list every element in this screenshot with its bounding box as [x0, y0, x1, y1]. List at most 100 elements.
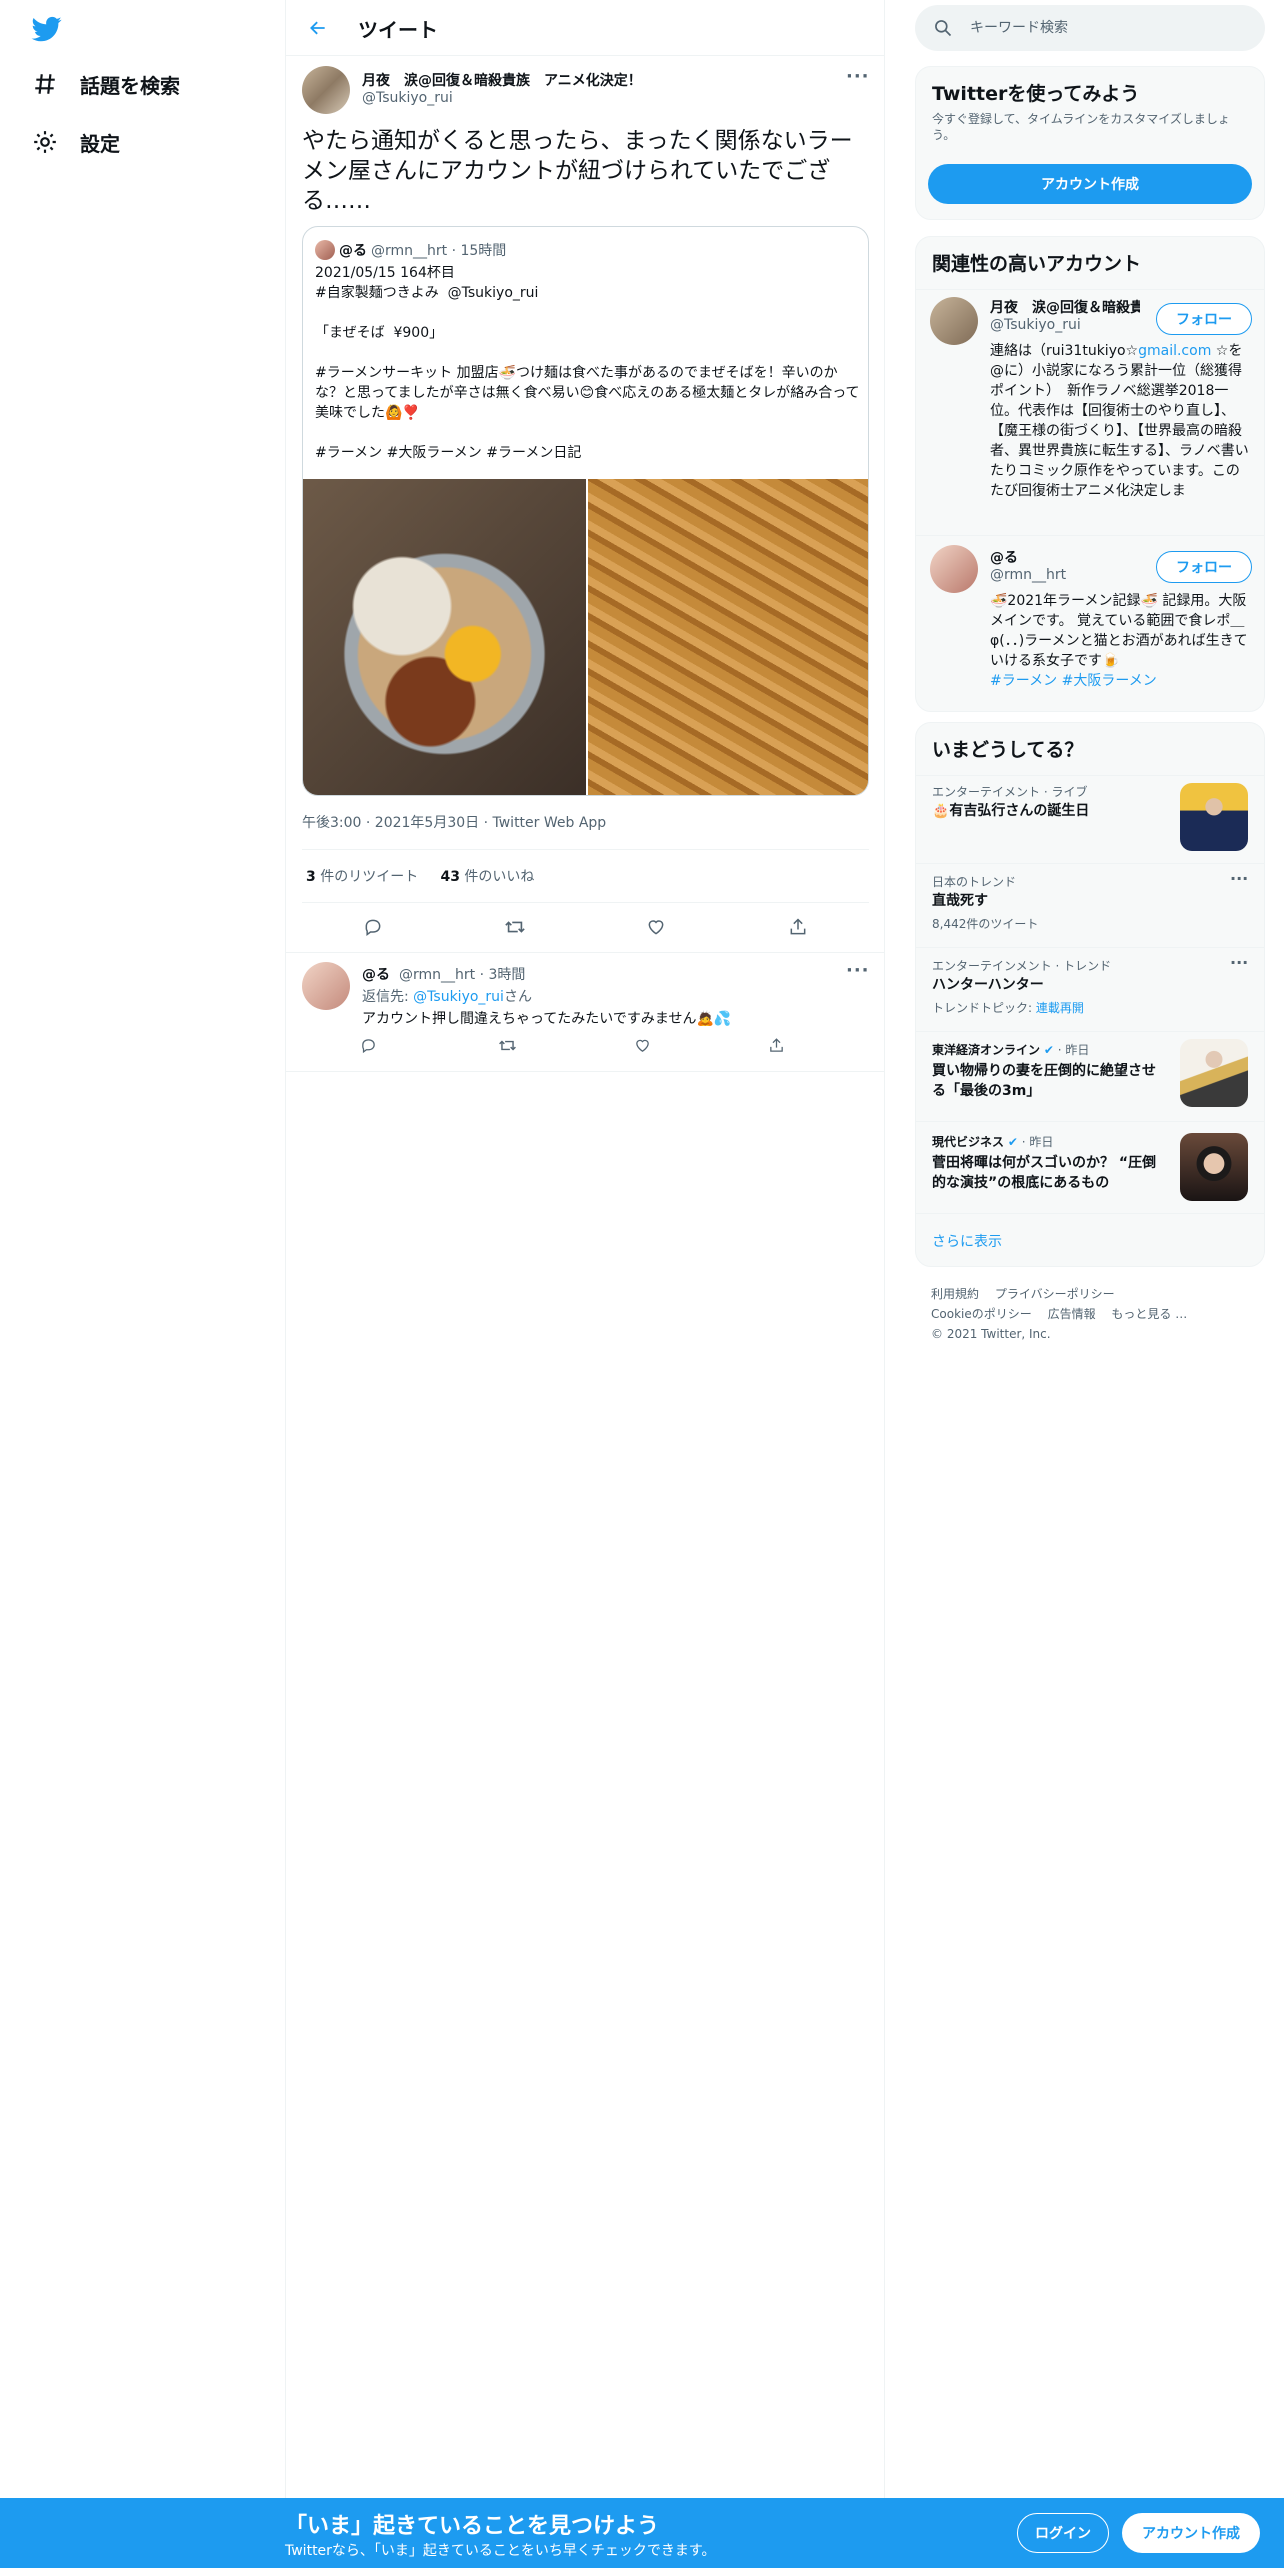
hashtag-icon	[30, 69, 60, 99]
divider	[916, 947, 1264, 948]
reply-to-link[interactable]: @Tsukiyo_rui	[413, 989, 504, 1005]
reply-avatar[interactable]	[302, 962, 350, 1010]
trend-thumbnail	[1180, 783, 1248, 851]
quote-author-handle: @rmn__hrt · 15時間	[371, 243, 507, 259]
quote-author-name: @る	[339, 243, 367, 259]
follow-button[interactable]: フォロー	[1156, 551, 1252, 583]
more-options-icon[interactable]: ···	[1230, 869, 1248, 888]
divider	[302, 849, 869, 850]
news-thumbnail	[1180, 1133, 1248, 1201]
show-more-link[interactable]: さらに表示	[932, 1231, 1002, 1251]
like-count[interactable]: 43 件のいいね	[440, 869, 534, 885]
share-icon[interactable]	[781, 910, 815, 944]
tweet-stats: 3 件のリツイート 43 件のいいね	[306, 866, 534, 886]
news-source: 東洋経済オンライン ✔ · 昨日	[932, 1043, 1090, 1057]
author-handle[interactable]: @Tsukiyo_rui	[362, 90, 453, 106]
divider	[916, 535, 1264, 536]
author-name[interactable]: 月夜 涙@回復＆暗殺貴族 アニメ化決定！	[362, 70, 642, 90]
main-column: ツイート 月夜 涙@回復＆暗殺貴族 アニメ化決定！ @Tsukiyo_rui ·…	[285, 0, 885, 2500]
trend-title: 🎂有吉弘行さんの誕生日	[932, 803, 1090, 819]
news-title: 菅田将暉は何がスゴいのか？ “圧倒的な演技”の根底にあるもの	[932, 1155, 1157, 1191]
related-account-handle[interactable]: @Tsukiyo_rui	[990, 317, 1081, 333]
reply-to-line: 返信先: @Tsukiyo_ruiさん	[362, 989, 532, 1005]
divider	[916, 1031, 1264, 1032]
page-header: ツイート	[286, 0, 884, 56]
bottom-bar-title: 「いま」起きていることを見つけよう	[285, 2514, 660, 2539]
signup-title: Twitterを使ってみよう	[932, 83, 1140, 105]
twitter-bird-icon[interactable]	[30, 14, 64, 44]
like-icon[interactable]	[639, 910, 673, 944]
footer-link[interactable]: もっと見る …	[1111, 1307, 1187, 1321]
quote-avatar	[315, 240, 335, 260]
ramen-photo-1[interactable]	[303, 479, 586, 795]
retweet-icon[interactable]	[495, 1033, 519, 1057]
footer-link[interactable]: Cookieのポリシー	[931, 1307, 1032, 1321]
tweet-timestamp[interactable]: 午後3:00 · 2021年5月30日 · Twitter Web App	[302, 812, 606, 832]
like-icon[interactable]	[630, 1033, 654, 1057]
news-title: 買い物帰りの妻を圧倒的に絶望させる「最後の3m」	[932, 1063, 1156, 1099]
copyright: © 2021 Twitter, Inc.	[931, 1327, 1051, 1341]
signup-card: Twitterを使ってみよう 今すぐ登録して、タイムラインをカスタマイズしましょ…	[915, 66, 1265, 220]
footer-link[interactable]: 利用規約	[931, 1287, 979, 1301]
bottom-signup-bar: 「いま」起きていることを見つけよう Twitterなら、「いま」起きていることを…	[0, 2498, 1284, 2568]
retweet-icon[interactable]	[498, 910, 532, 944]
trend-tweet-count: 8,442件のツイート	[932, 917, 1039, 931]
avatar[interactable]	[930, 545, 978, 593]
related-account-name[interactable]: 月夜 涙@回復＆暗殺貴族 アニメ化決定！	[990, 297, 1140, 317]
signup-button[interactable]: アカウント作成	[1122, 2513, 1260, 2553]
related-account-bio: 連絡は（rui31tukiyo☆gmail.com ☆を@に）小説家になろう累計…	[990, 343, 1249, 499]
footer-link[interactable]: プライバシーポリシー	[995, 1287, 1115, 1301]
related-account-handle[interactable]: @rmn__hrt	[990, 567, 1066, 583]
divider	[286, 952, 884, 953]
gear-icon	[30, 127, 60, 157]
tweet-text: やたら通知がくると思ったら、まったく関係ないラーメン屋さんにアカウントが紐づけら…	[302, 128, 853, 214]
retweet-count[interactable]: 3 件のリツイート	[306, 869, 418, 885]
left-nav: 話題を検索 設定	[0, 0, 285, 2500]
trend-title: ハンターハンター	[932, 977, 1044, 993]
share-icon[interactable]	[764, 1033, 788, 1057]
search-box[interactable]	[915, 5, 1265, 51]
reply-text: アカウント押し間違えちゃってたみたいですみません🙇💦	[362, 1011, 732, 1027]
nav-settings[interactable]: 設定	[30, 122, 120, 162]
trend-category: エンターテインメント · トレンド	[932, 959, 1112, 973]
ramen-photo-2[interactable]	[588, 479, 868, 795]
related-accounts-card: 関連性の高いアカウント 月夜 涙@回復＆暗殺貴族 アニメ化決定！ @Tsukiy…	[915, 236, 1265, 712]
divider	[916, 1121, 1264, 1122]
reply-author-name[interactable]: @る	[362, 964, 390, 984]
more-options-icon[interactable]: ···	[846, 66, 870, 87]
back-arrow-icon[interactable]	[302, 12, 334, 44]
footer-link[interactable]: 広告情報	[1048, 1307, 1096, 1321]
search-icon	[933, 18, 953, 38]
more-options-icon[interactable]: ···	[1230, 953, 1248, 972]
divider	[916, 863, 1264, 864]
more-options-icon[interactable]: ···	[846, 960, 870, 981]
trend-category: 日本のトレンド	[932, 875, 1017, 889]
nav-settings-label: 設定	[80, 131, 120, 156]
create-account-button[interactable]: アカウント作成	[928, 164, 1252, 204]
news-thumbnail	[1180, 1039, 1248, 1107]
follow-button[interactable]: フォロー	[1156, 303, 1252, 335]
trends-card: いまどうしてる？ エンターテイメント · ライブ 🎂有吉弘行さんの誕生日 日本の…	[915, 722, 1265, 1267]
avatar[interactable]	[302, 66, 350, 114]
quoted-tweet[interactable]: @る @rmn__hrt · 15時間 2021/05/15 164杯目 #自家…	[302, 226, 869, 796]
related-account-name[interactable]: @る	[990, 547, 1140, 567]
trends-title: いまどうしてる？	[932, 739, 1084, 761]
related-account-bio: 🍜2021年ラーメン記録🍜 記録用。大阪メインです。 覚えている範囲で食レポ＿φ…	[990, 593, 1248, 689]
bottom-bar-subtitle: Twitterなら、「いま」起きていることをいち早くチェックできます。	[285, 2543, 716, 2559]
reply-icon[interactable]	[356, 910, 390, 944]
quote-text: 2021/05/15 164杯目 #自家製麺つきよみ @Tsukiyo_rui …	[315, 265, 860, 461]
login-button[interactable]: ログイン	[1017, 2513, 1109, 2553]
news-source: 現代ビジネス ✔ · 昨日	[932, 1135, 1054, 1149]
trend-topic: トレンドトピック: 連載再開	[932, 1001, 1084, 1015]
reply-author-handle[interactable]: @rmn__hrt · 3時間	[399, 964, 525, 984]
reply-icon[interactable]	[356, 1033, 380, 1057]
divider	[916, 775, 1264, 776]
divider	[302, 902, 869, 903]
footer-links: 利用規約 プライバシーポリシー Cookieのポリシー 広告情報 もっと見る ……	[931, 1284, 1251, 1344]
search-input[interactable]	[970, 15, 1240, 41]
divider	[916, 1213, 1264, 1214]
avatar[interactable]	[930, 297, 978, 345]
related-title: 関連性の高いアカウント	[932, 253, 1142, 275]
nav-explore[interactable]: 話題を検索	[30, 64, 180, 104]
page-title: ツイート	[358, 18, 438, 42]
